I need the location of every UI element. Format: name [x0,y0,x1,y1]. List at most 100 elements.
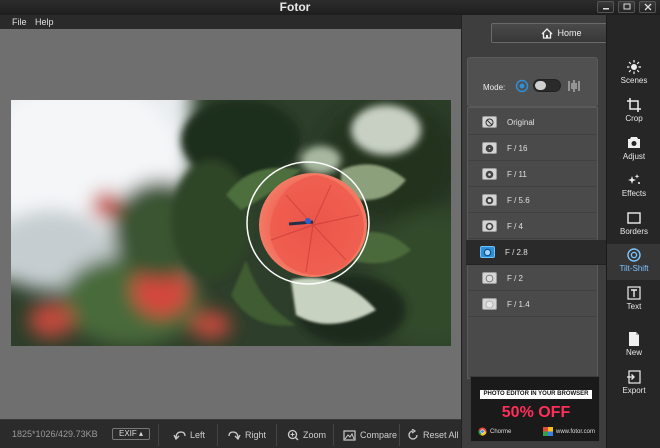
aperture-label: F / 4 [507,221,524,231]
divider [217,424,218,446]
tool-text[interactable]: Text [607,282,660,318]
bottom-toolbar: 1825*1026/429.73KB EXIF ▴ Left Right Zoo… [0,419,461,448]
flower-photo [11,100,451,346]
new-file-icon [629,332,639,346]
radial-mode-icon[interactable] [515,79,529,93]
tilt-shift-panel: Home Mode: Original F / 16 F / 11 F / 5.… [461,15,632,448]
reset-all-label: Reset All [423,430,459,440]
promo-site: www.fotor.com [543,427,595,436]
reset-icon [408,429,418,440]
border-icon [627,212,641,224]
compare-button[interactable]: Compare [343,425,397,445]
aperture-f28[interactable]: F / 2.8 [466,240,607,265]
sun-icon [627,60,641,74]
zoom-button[interactable]: Zoom [287,425,326,445]
tool-scenes[interactable]: Scenes [607,56,660,92]
tool-label: Export [622,386,646,395]
aperture-label: F / 11 [507,169,527,179]
rotate-right-icon [228,430,241,440]
zoom-icon [287,429,299,441]
aperture-f56[interactable]: F / 5.6 [468,188,597,213]
aperture-list: Original F / 16 F / 11 F / 5.6 F / 4 F /… [466,107,607,379]
tool-crop[interactable]: Crop [607,94,660,130]
rotate-left-button[interactable]: Left [173,425,205,445]
tilt-shift-icon [627,248,641,262]
aperture-label: F / 1.4 [507,299,530,309]
exif-label: EXIF [118,429,137,438]
no-blur-icon [482,116,497,128]
tool-export[interactable]: Export [607,366,660,402]
export-icon [627,370,641,384]
rotate-left-label: Left [190,430,206,440]
close-button[interactable] [639,1,656,13]
aperture-icon [480,246,495,258]
aperture-original[interactable]: Original [468,110,597,135]
aperture-label: F / 16 [507,143,528,153]
tool-tilt-shift[interactable]: Tilt-Shift [607,244,660,280]
aperture-f16[interactable]: F / 16 [468,136,597,161]
aperture-icon [482,168,497,180]
window-title: Fotor [279,0,311,14]
promo-browser: Chorme [478,427,511,436]
tool-label: Tilt-Shift [619,264,649,273]
aperture-icon [482,272,497,284]
promo-site-label: www.fotor.com [556,428,596,435]
tool-label: New [625,348,642,357]
compare-icon [343,429,356,441]
aperture-icon [482,298,497,310]
menu-help[interactable]: Help [35,15,54,29]
tool-borders[interactable]: Borders [607,207,660,243]
compare-label: Compare [360,430,398,440]
aperture-label: F / 2 [507,273,524,283]
maximize-icon [623,3,631,10]
tool-label: Scenes [620,76,648,85]
rotate-right-label: Right [245,430,267,440]
mode-label: Mode: [483,83,506,92]
tool-label: Borders [619,227,648,236]
aperture-icon [482,220,497,232]
caret-up-icon: ▴ [139,429,144,438]
sparkle-icon [628,174,640,184]
title-bar: Fotor [0,0,660,15]
reset-all-button[interactable]: Reset All [407,425,459,445]
mode-selector: Mode: [467,57,598,107]
close-icon [644,3,652,11]
linear-mode-icon[interactable] [567,79,581,93]
aperture-f11[interactable]: F / 11 [468,162,597,187]
tool-adjust[interactable]: Adjust [607,132,660,168]
tool-sidebar: Scenes Crop Adjust Effects Borders Tilt-… [606,15,660,448]
editor-canvas [0,29,461,419]
promo-banner[interactable]: PHOTO EDITOR IN YOUR BROWSER 50% OFF Cho… [470,376,600,442]
minimize-button[interactable] [597,1,614,13]
chrome-icon [478,427,487,436]
tool-label: Effects [621,189,647,198]
aperture-f4[interactable]: F / 4 [468,214,597,239]
aperture-f14[interactable]: F / 1.4 [468,292,597,317]
exif-button[interactable]: EXIF ▴ [112,428,150,440]
menu-file[interactable]: File [12,15,27,29]
aperture-icon [482,194,497,206]
toggle-knob [535,81,546,90]
adjust-icon [628,137,640,148]
promo-browser-label: Chorme [490,428,512,435]
aperture-f2[interactable]: F / 2 [468,266,597,291]
tool-new[interactable]: New [607,328,660,364]
image-info: 1825*1026/429.73KB [12,429,98,439]
promo-headline: PHOTO EDITOR IN YOUR BROWSER [480,390,592,399]
mode-toggle[interactable] [533,79,561,92]
rotate-right-button[interactable]: Right [228,425,266,445]
zoom-label: Zoom [303,430,327,440]
tool-effects[interactable]: Effects [607,169,660,205]
minimize-icon [603,8,609,10]
fotor-logo-icon [543,427,553,436]
promo-offer: 50% OFF [501,404,571,421]
aperture-icon [482,142,497,154]
home-label: Home [557,28,582,38]
photo[interactable] [11,100,451,346]
aperture-label: F / 2.8 [505,247,528,257]
maximize-button[interactable] [618,1,635,13]
divider [399,424,400,446]
divider [276,424,277,446]
divider [333,424,334,446]
tool-label: Text [626,302,642,311]
